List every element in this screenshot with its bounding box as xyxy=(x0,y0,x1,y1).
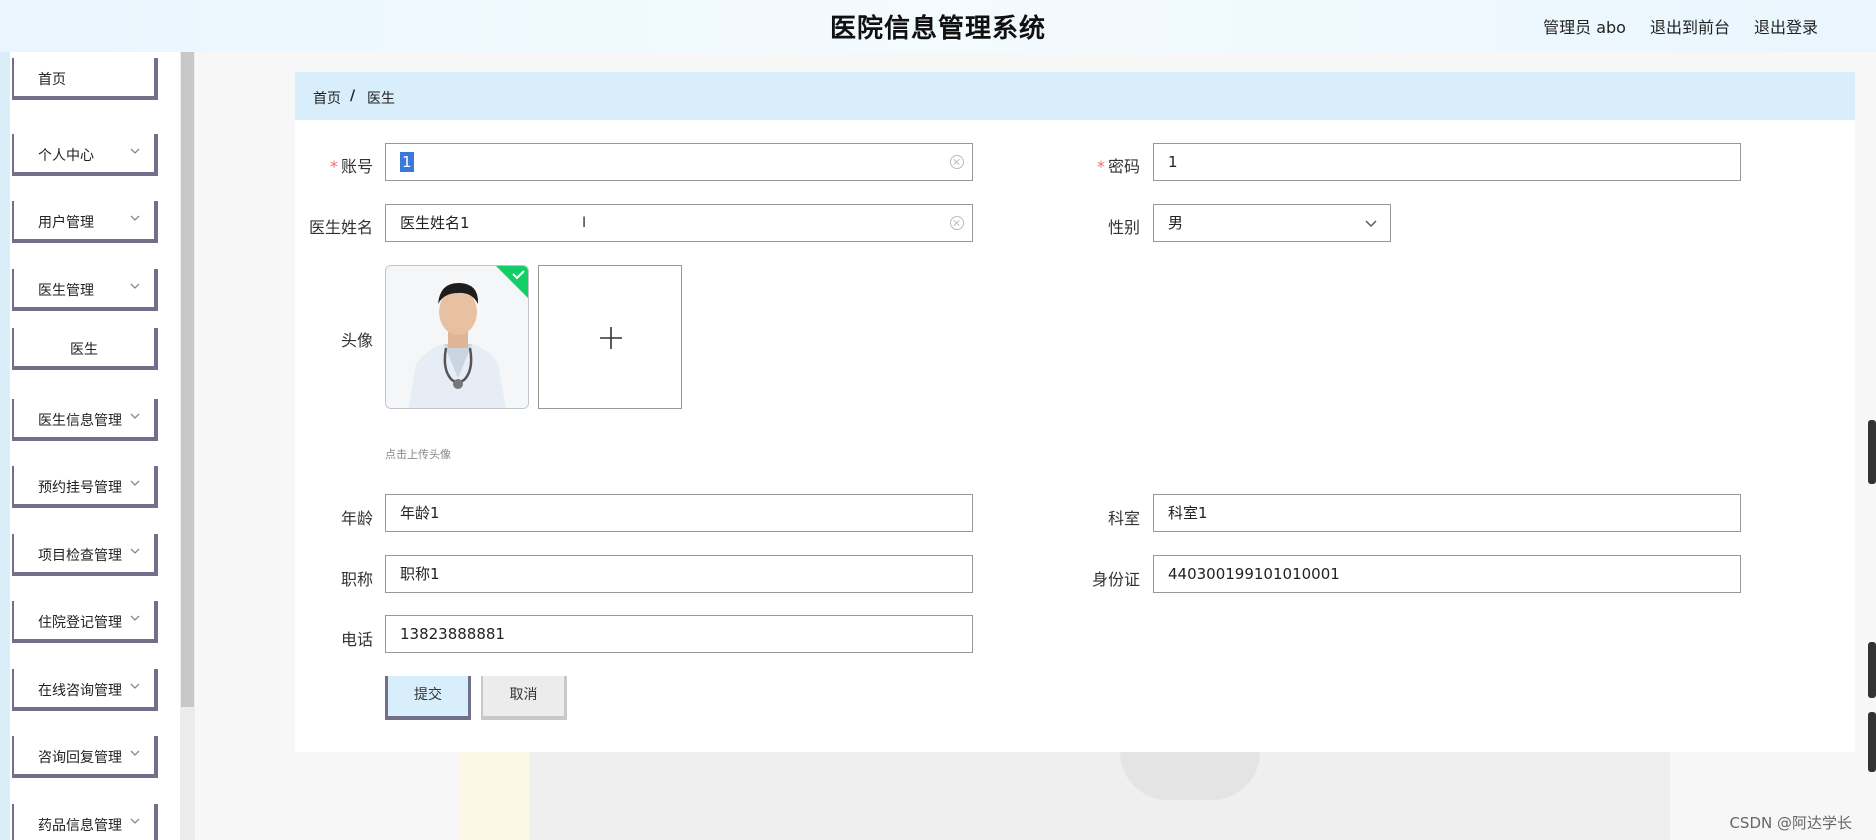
job-title-value: 职称1 xyxy=(400,565,440,583)
sidebar-item-doctor-management[interactable]: 医生管理 xyxy=(12,269,158,311)
id-card-value: 440300199101010001 xyxy=(1168,565,1340,583)
sidebar-item-appointment[interactable]: 预约挂号管理 xyxy=(12,466,158,508)
gender-label: 性别 xyxy=(1107,218,1140,237)
avatar-preview[interactable] xyxy=(385,265,529,409)
watermark: CSDN @阿达学长 xyxy=(1729,814,1852,832)
sidebar-item-label: 个人中心 xyxy=(38,148,94,164)
age-value: 年龄1 xyxy=(400,504,440,522)
sidebar-scroll-thumb[interactable] xyxy=(181,52,194,707)
text-cursor-icon: Ⅰ xyxy=(582,215,587,231)
phone-label: 电话 xyxy=(340,630,373,649)
age-label: 年龄 xyxy=(340,509,373,528)
password-label: * 密码 xyxy=(1096,157,1140,176)
sidebar-item-label: 咨询回复管理 xyxy=(38,750,122,766)
department-label: 科室 xyxy=(1107,509,1140,528)
breadcrumb-current: 医生 xyxy=(367,91,395,107)
password-input[interactable]: 1 xyxy=(1153,143,1741,181)
doctor-photo xyxy=(386,266,528,408)
department-value: 科室1 xyxy=(1168,504,1208,522)
account-label: * 账号 xyxy=(329,157,373,176)
logout-link[interactable]: 退出登录 xyxy=(1754,14,1818,38)
sidebar-item-exam[interactable]: 项目检查管理 xyxy=(12,534,158,576)
age-input[interactable]: 年龄1 xyxy=(385,494,973,532)
breadcrumb: 首页 / 医生 xyxy=(295,72,1855,120)
sidebar-item-label: 医生信息管理 xyxy=(38,413,122,429)
clear-icon[interactable] xyxy=(950,155,964,169)
clear-icon[interactable] xyxy=(950,216,964,230)
doctor-name-value: 医生姓名1 xyxy=(400,214,470,232)
password-value: 1 xyxy=(1168,153,1178,171)
chevron-down-icon xyxy=(130,548,140,554)
phone-input[interactable]: 13823888881 xyxy=(385,615,973,653)
doctor-name-input[interactable]: 医生姓名1 Ⅰ xyxy=(385,204,973,242)
chevron-down-icon xyxy=(130,683,140,689)
avatar-upload-button[interactable] xyxy=(538,265,682,409)
chevron-down-icon xyxy=(130,215,140,221)
back-to-front-link[interactable]: 退出到前台 xyxy=(1650,14,1730,38)
chevron-down-icon xyxy=(1365,220,1377,227)
chevron-down-icon xyxy=(130,283,140,289)
breadcrumb-separator: / xyxy=(350,88,356,104)
breadcrumb-home[interactable]: 首页 xyxy=(313,88,341,108)
job-title-label: 职称 xyxy=(340,570,373,589)
cancel-button[interactable]: 取消 xyxy=(481,676,567,720)
sidebar-item-label: 医生管理 xyxy=(38,283,94,299)
chevron-down-icon xyxy=(130,750,140,756)
sidebar-item-label: 用户管理 xyxy=(38,215,94,231)
sidebar-item-label: 药品信息管理 xyxy=(38,818,122,834)
id-card-label: 身份证 xyxy=(1091,570,1140,589)
chevron-down-icon xyxy=(130,818,140,824)
chevron-down-icon xyxy=(130,148,140,154)
account-input[interactable]: 1 xyxy=(385,143,973,181)
sidebar-subitem-doctor[interactable]: 医生 xyxy=(12,328,158,370)
avatar-hint: 点击上传头像 xyxy=(385,448,451,461)
sidebar-item-hospitalization[interactable]: 住院登记管理 xyxy=(12,601,158,643)
sidebar-item-label: 医生 xyxy=(70,342,98,358)
job-title-input[interactable]: 职称1 xyxy=(385,555,973,593)
sidebar-item-doctor-info[interactable]: 医生信息管理 xyxy=(12,399,158,441)
account-value: 1 xyxy=(400,152,414,172)
chevron-down-icon xyxy=(130,480,140,486)
gender-select[interactable]: 男 xyxy=(1153,204,1391,242)
sidebar-item-home[interactable]: 首页 xyxy=(12,58,158,100)
sidebar: 首页 个人中心 用户管理 医生管理 医生 医生信息管理 预约挂号管理 项目检查管… xyxy=(0,52,180,840)
department-input[interactable]: 科室1 xyxy=(1153,494,1741,532)
header-links: 管理员 abo 退出到前台 退出登录 xyxy=(1543,14,1818,38)
plus-icon xyxy=(600,327,622,349)
avatar-label: 头像 xyxy=(340,331,373,350)
sidebar-item-label: 在线咨询管理 xyxy=(38,683,122,699)
sidebar-item-label: 项目检查管理 xyxy=(38,548,122,564)
top-header: 医院信息管理系统 管理员 abo 退出到前台 退出登录 xyxy=(0,0,1876,52)
sidebar-item-reply[interactable]: 咨询回复管理 xyxy=(12,736,158,778)
form-panel: 首页 / 医生 * 账号 1 * 密码 1 医生姓名 医生姓名1 Ⅰ 性别 男 头像 xyxy=(295,72,1855,752)
sidebar-item-user-management[interactable]: 用户管理 xyxy=(12,201,158,243)
sidebar-item-label: 首页 xyxy=(38,72,66,88)
sidebar-item-label: 住院登记管理 xyxy=(38,615,122,631)
gender-value: 男 xyxy=(1168,214,1184,232)
sidebar-item-medicine[interactable]: 药品信息管理 xyxy=(12,804,158,840)
doctor-name-label: 医生姓名 xyxy=(308,218,373,237)
sidebar-item-personal-center[interactable]: 个人中心 xyxy=(12,134,158,176)
phone-value: 13823888881 xyxy=(400,625,505,643)
current-user: 管理员 abo xyxy=(1543,18,1626,37)
sidebar-item-consultation[interactable]: 在线咨询管理 xyxy=(12,669,158,711)
chevron-down-icon xyxy=(130,615,140,621)
sidebar-item-label: 预约挂号管理 xyxy=(38,480,122,496)
submit-button[interactable]: 提交 xyxy=(385,676,471,720)
chevron-down-icon xyxy=(130,413,140,419)
id-card-input[interactable]: 440300199101010001 xyxy=(1153,555,1741,593)
